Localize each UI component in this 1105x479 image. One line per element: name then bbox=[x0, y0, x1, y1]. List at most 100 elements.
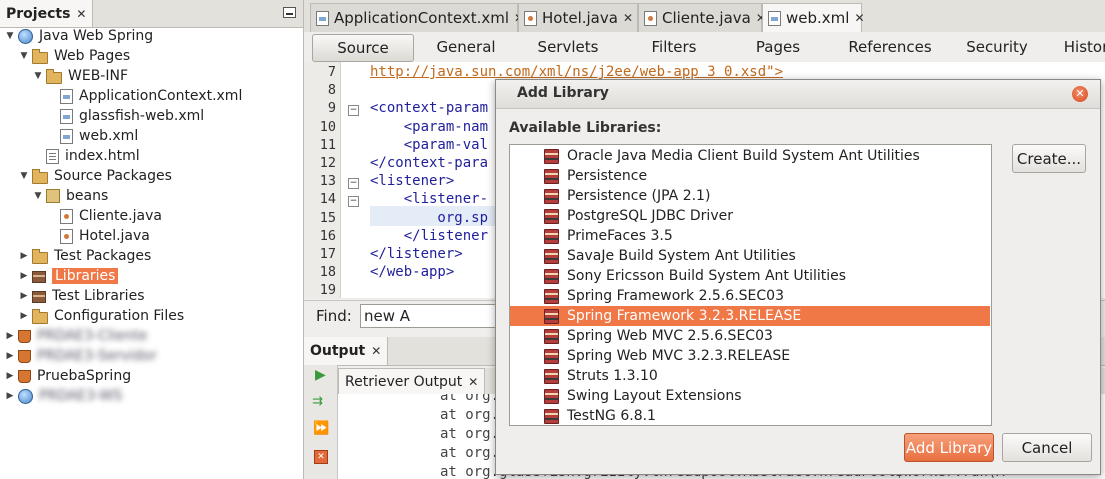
library-list[interactable]: Oracle Java Media Client Build System An… bbox=[509, 144, 992, 426]
run-icon[interactable]: ▶ bbox=[315, 367, 326, 383]
collapsed-arrow-icon[interactable]: ▶ bbox=[4, 371, 16, 381]
expanded-arrow-icon[interactable]: ▼ bbox=[32, 71, 44, 81]
library-book-icon bbox=[544, 268, 559, 284]
tree-node[interactable]: ▶ Libraries bbox=[0, 266, 303, 286]
tree-node[interactable]: ▼ Java Web Spring bbox=[0, 26, 303, 46]
line-number: 19 bbox=[319, 282, 336, 299]
collapsed-arrow-icon[interactable]: ▶ bbox=[18, 291, 30, 301]
library-item[interactable]: Struts 1.3.10 bbox=[510, 366, 990, 386]
subtab-histor[interactable]: Histor bbox=[1056, 34, 1105, 60]
close-icon[interactable]: ✕ bbox=[76, 7, 86, 21]
editor-tab[interactable]: web.xml ✕ bbox=[762, 3, 865, 32]
library-item[interactable]: Spring Framework 3.2.3.RELEASE bbox=[510, 306, 990, 326]
tree-node[interactable]: ▶ PRDAE3-Cliente bbox=[0, 326, 303, 346]
line-number: 14 bbox=[319, 191, 336, 208]
add-library-button[interactable]: Add Library bbox=[904, 433, 994, 462]
collapsed-arrow-icon[interactable]: ▶ bbox=[4, 331, 16, 341]
subtab-servlets[interactable]: Servlets bbox=[522, 34, 614, 60]
collapsed-arrow-icon[interactable]: ▶ bbox=[18, 271, 30, 281]
list-scrollbar[interactable]: ▲ ▼ bbox=[991, 145, 992, 425]
tree-node[interactable]: ▼ beans bbox=[0, 186, 303, 206]
subtab-source[interactable]: Source bbox=[312, 34, 414, 62]
tree-node[interactable]: ApplicationContext.xml bbox=[0, 86, 303, 106]
editor-tab-label: web.xml bbox=[786, 9, 850, 27]
tree-node[interactable]: Cliente.java bbox=[0, 206, 303, 226]
close-icon[interactable]: ✕ bbox=[1072, 86, 1088, 102]
library-item[interactable]: PostgreSQL JDBC Driver bbox=[510, 206, 990, 226]
close-icon[interactable]: ✕ bbox=[468, 375, 478, 389]
tree-node-label: PRDAE3-WS bbox=[39, 388, 123, 404]
editor-tab[interactable]: ApplicationContext.xml✕ bbox=[310, 3, 524, 32]
tree-node[interactable]: ▼ WEB-INF bbox=[0, 66, 303, 86]
fold-icon[interactable]: − bbox=[348, 178, 359, 189]
library-item[interactable]: Oracle Java Media Client Build System An… bbox=[510, 146, 990, 166]
dialog-title-bar[interactable]: Add Library ✕ bbox=[496, 80, 1100, 109]
output-line: at org. bbox=[440, 445, 500, 461]
tree-node[interactable]: Hotel.java bbox=[0, 226, 303, 246]
find-input[interactable]: new A bbox=[360, 304, 505, 328]
project-tree: ▼ Java Web Spring ▼ Web Pages ▼ WEB-INF Applic… bbox=[0, 26, 303, 406]
fold-icon[interactable]: − bbox=[348, 196, 359, 207]
cancel-button[interactable]: Cancel bbox=[1002, 433, 1092, 462]
editor-tab[interactable]: Hotel.java ✕ bbox=[518, 3, 638, 32]
library-item[interactable]: TestNG 6.8.1 bbox=[510, 406, 990, 425]
expanded-arrow-icon[interactable]: ▼ bbox=[18, 51, 30, 61]
collapsed-arrow-icon[interactable]: ▶ bbox=[18, 251, 30, 261]
library-item[interactable]: Swing Layout Extensions bbox=[510, 386, 990, 406]
expanded-arrow-icon[interactable]: ▼ bbox=[32, 191, 44, 201]
tree-node-label: PRDAE3-Cliente bbox=[37, 328, 148, 344]
tree-node[interactable]: index.html bbox=[0, 146, 303, 166]
tree-node[interactable]: ▼ Web Pages bbox=[0, 46, 303, 66]
line-number: 18 bbox=[319, 264, 336, 281]
editor-tab[interactable]: Cliente.java ✕ bbox=[638, 3, 766, 32]
tree-node[interactable]: web.xml bbox=[0, 126, 303, 146]
subtab-pages[interactable]: Pages bbox=[734, 34, 822, 60]
library-item[interactable]: PrimeFaces 3.5 bbox=[510, 226, 990, 246]
collapsed-arrow-icon[interactable]: ▶ bbox=[18, 311, 30, 321]
subtab-filters[interactable]: Filters bbox=[626, 34, 722, 60]
subtab-general[interactable]: General bbox=[420, 34, 512, 60]
cup-icon bbox=[18, 369, 31, 383]
minimize-icon[interactable] bbox=[283, 7, 296, 18]
tree-node[interactable]: ▶ PRDAE3-WS bbox=[0, 386, 303, 406]
stop-icon[interactable]: ✕ bbox=[314, 450, 328, 464]
subtab-security[interactable]: Security bbox=[948, 34, 1046, 60]
code-line: http://java.sun.com/xml/ns/j2ee/web-app_… bbox=[370, 64, 784, 80]
close-icon[interactable]: ✕ bbox=[623, 11, 633, 25]
tree-node[interactable]: ▼ Source Packages bbox=[0, 166, 303, 186]
tree-node[interactable]: glassfish-web.xml bbox=[0, 106, 303, 126]
projects-tab[interactable]: Projects ✕ bbox=[0, 0, 94, 27]
close-icon[interactable]: ✕ bbox=[371, 344, 381, 358]
collapsed-arrow-icon[interactable]: ▶ bbox=[4, 351, 16, 361]
expanded-arrow-icon[interactable]: ▼ bbox=[4, 31, 16, 41]
library-book-icon bbox=[544, 248, 559, 264]
library-item[interactable]: Persistence bbox=[510, 166, 990, 186]
rerun-icon[interactable]: ⇉ bbox=[312, 394, 323, 409]
tree-node[interactable]: ▶ Test Libraries bbox=[0, 286, 303, 306]
tree-node[interactable]: ▶ PRDAE3-Servidor bbox=[0, 346, 303, 366]
library-item[interactable]: Sony Ericsson Build System Ant Utilities bbox=[510, 266, 990, 286]
library-item[interactable]: Spring Framework 2.5.6.SEC03 bbox=[510, 286, 990, 306]
code-line: </context-para bbox=[370, 155, 489, 171]
close-icon[interactable]: ✕ bbox=[854, 11, 864, 25]
fast-forward-icon[interactable]: ⏩ bbox=[313, 421, 329, 436]
library-item[interactable]: Spring Web MVC 2.5.6.SEC03 bbox=[510, 326, 990, 346]
retriever-output-tab[interactable]: Retriever Output ✕ bbox=[338, 368, 486, 395]
library-item[interactable]: Spring Web MVC 3.2.3.RELEASE bbox=[510, 346, 990, 366]
expanded-arrow-icon[interactable]: ▼ bbox=[18, 171, 30, 181]
tree-node-label: beans bbox=[66, 188, 109, 204]
collapsed-arrow-icon[interactable]: ▶ bbox=[4, 391, 16, 401]
output-tab[interactable]: Output ✕ bbox=[304, 337, 389, 365]
library-item[interactable]: Persistence (JPA 2.1) bbox=[510, 186, 990, 206]
xml-file-icon bbox=[768, 10, 781, 26]
tree-node[interactable]: ▶ Configuration Files bbox=[0, 306, 303, 326]
library-book-icon bbox=[544, 168, 559, 184]
xml-file-icon bbox=[316, 10, 329, 26]
subtab-references[interactable]: References bbox=[832, 34, 948, 60]
create-button[interactable]: Create... bbox=[1012, 144, 1086, 173]
library-book-icon bbox=[544, 308, 559, 324]
tree-node[interactable]: ▶ PruebaSpring bbox=[0, 366, 303, 386]
library-item[interactable]: SavaJe Build System Ant Utilities bbox=[510, 246, 990, 266]
fold-icon[interactable]: − bbox=[348, 105, 359, 116]
tree-node[interactable]: ▶ Test Packages bbox=[0, 246, 303, 266]
